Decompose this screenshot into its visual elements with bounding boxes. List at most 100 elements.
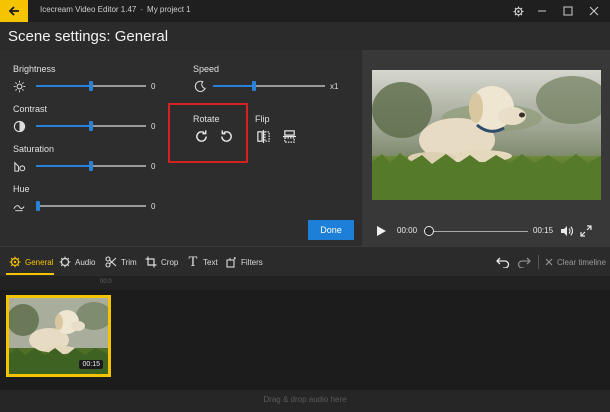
tab-label: Crop bbox=[161, 257, 179, 267]
maximize-icon bbox=[563, 6, 573, 16]
saturation-value: 0 bbox=[151, 162, 156, 171]
active-tab-indicator bbox=[6, 273, 54, 275]
slider-thumb[interactable] bbox=[89, 121, 93, 131]
slider-thumb[interactable] bbox=[89, 161, 93, 171]
timeline-clip[interactable]: 00:15 bbox=[6, 295, 111, 377]
done-button[interactable]: Done bbox=[308, 220, 354, 240]
minimize-icon bbox=[538, 10, 546, 12]
tab-label: Trim bbox=[121, 257, 137, 267]
tab-trim[interactable]: Trim bbox=[104, 254, 137, 270]
rotate-clockwise-button[interactable] bbox=[192, 127, 210, 145]
saturation-slider[interactable] bbox=[36, 161, 146, 171]
tab-filters[interactable]: Filters bbox=[224, 254, 263, 270]
gear-icon bbox=[512, 5, 524, 17]
close-icon bbox=[589, 6, 599, 16]
brightness-label: Brightness bbox=[13, 64, 56, 74]
slider-fill bbox=[36, 165, 91, 167]
play-icon bbox=[377, 226, 386, 236]
redo-icon bbox=[517, 257, 531, 268]
video-preview bbox=[372, 70, 601, 200]
volume-icon bbox=[561, 226, 573, 236]
brightness-icon bbox=[12, 79, 26, 93]
title-separator: - bbox=[140, 5, 144, 14]
scissors-icon bbox=[104, 255, 118, 269]
contrast-slider[interactable] bbox=[36, 121, 146, 131]
hue-value: 0 bbox=[151, 202, 156, 211]
saturation-icon bbox=[12, 159, 26, 173]
rotate-clockwise-icon bbox=[195, 129, 207, 142]
settings-button[interactable] bbox=[506, 0, 530, 22]
audio-gear-icon bbox=[58, 255, 72, 269]
rotate-counterclockwise-icon bbox=[220, 129, 232, 142]
title-bar: Icecream Video Editor 1.47- My project 1 bbox=[0, 0, 610, 22]
speed-value: x1 bbox=[330, 82, 339, 91]
duration-time: 00:15 bbox=[533, 226, 554, 235]
clear-timeline-button[interactable]: Clear timeline bbox=[544, 254, 606, 270]
app-window: Icecream Video Editor 1.47- My project 1 … bbox=[0, 0, 610, 412]
tab-audio[interactable]: Audio bbox=[58, 254, 95, 270]
window-title: Icecream Video Editor 1.47- My project 1 bbox=[40, 5, 191, 14]
close-icon bbox=[544, 255, 554, 269]
project-name: My project 1 bbox=[147, 5, 191, 14]
hue-label: Hue bbox=[13, 184, 30, 194]
tab-label: Text bbox=[203, 257, 218, 267]
slider-thumb[interactable] bbox=[36, 201, 40, 211]
slider-fill bbox=[36, 125, 91, 127]
maximize-button[interactable] bbox=[556, 0, 580, 22]
undo-icon bbox=[496, 257, 510, 268]
redo-button[interactable] bbox=[515, 253, 533, 271]
audio-drop-hint: Drag & drop audio here bbox=[263, 395, 347, 404]
ruler-label: 00:0 bbox=[100, 279, 112, 285]
arrow-left-icon bbox=[8, 6, 19, 16]
tab-label: Audio bbox=[75, 257, 96, 267]
dog-video-frame bbox=[372, 70, 601, 200]
toolbar-divider bbox=[538, 255, 539, 269]
speed-icon bbox=[193, 79, 207, 93]
undo-button[interactable] bbox=[494, 253, 512, 271]
play-button[interactable] bbox=[372, 222, 390, 240]
current-time: 00:00 bbox=[397, 226, 418, 235]
minimize-button[interactable] bbox=[530, 0, 554, 22]
brightness-value: 0 bbox=[151, 82, 156, 91]
slider-fill bbox=[36, 85, 91, 87]
saturation-label: Saturation bbox=[13, 144, 55, 154]
gear-icon bbox=[8, 255, 22, 269]
tab-text[interactable]: T Text bbox=[186, 254, 218, 270]
tab-label: Filters bbox=[241, 257, 263, 267]
tab-general[interactable]: General bbox=[8, 254, 53, 270]
filters-icon bbox=[224, 255, 238, 269]
tab-crop[interactable]: Crop bbox=[144, 254, 178, 270]
progress-thumb[interactable] bbox=[424, 226, 434, 236]
text-icon: T bbox=[188, 254, 198, 270]
hue-icon bbox=[12, 199, 26, 213]
clear-timeline-label: Clear timeline bbox=[557, 257, 606, 267]
page-title: Scene settings: General bbox=[8, 28, 169, 45]
rotate-label: Rotate bbox=[193, 114, 220, 124]
hue-slider[interactable] bbox=[36, 201, 146, 211]
contrast-icon bbox=[12, 119, 26, 133]
fullscreen-button[interactable] bbox=[577, 222, 595, 240]
brightness-slider[interactable] bbox=[36, 81, 146, 91]
volume-button[interactable] bbox=[558, 222, 576, 240]
flip-horizontal-icon bbox=[256, 129, 270, 143]
clip-duration-badge: 00:15 bbox=[79, 360, 103, 369]
speed-label: Speed bbox=[193, 64, 220, 74]
slider-thumb[interactable] bbox=[252, 81, 256, 91]
speed-slider[interactable] bbox=[213, 81, 325, 91]
flip-vertical-button[interactable] bbox=[280, 127, 298, 145]
crop-icon bbox=[144, 255, 158, 269]
playback-progress-slider[interactable] bbox=[424, 226, 528, 236]
contrast-label: Contrast bbox=[13, 104, 48, 114]
rotate-counterclockwise-button[interactable] bbox=[217, 127, 235, 145]
flip-vertical-icon bbox=[282, 129, 296, 143]
contrast-value: 0 bbox=[151, 122, 156, 131]
back-button[interactable] bbox=[0, 0, 28, 22]
flip-label: Flip bbox=[255, 114, 270, 124]
slider-fill bbox=[213, 85, 253, 87]
close-button[interactable] bbox=[582, 0, 606, 22]
flip-horizontal-button[interactable] bbox=[254, 127, 272, 145]
timeline-ruler bbox=[0, 276, 610, 290]
app-name: Icecream Video Editor 1.47 bbox=[40, 5, 137, 14]
expand-icon bbox=[580, 225, 592, 237]
slider-thumb[interactable] bbox=[89, 81, 93, 91]
